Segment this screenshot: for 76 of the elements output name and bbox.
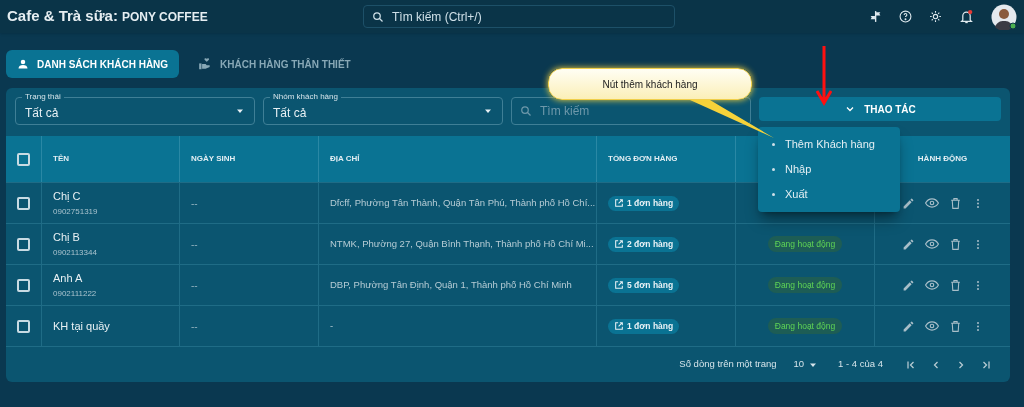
bullet-icon: [772, 193, 775, 196]
checkbox[interactable]: [17, 278, 30, 292]
callout: Nút thêm khách hàng: [548, 68, 752, 100]
column-header: TÊN: [53, 153, 69, 165]
customer-name: KH tại quầy: [53, 318, 110, 334]
birthday: --: [191, 237, 198, 252]
avatar[interactable]: [991, 3, 1017, 30]
external-link-icon: [614, 198, 624, 208]
bell-icon[interactable]: [959, 8, 974, 25]
external-link-icon: [614, 239, 624, 249]
orders-badge[interactable]: 1 đơn hàng: [608, 195, 680, 211]
column-header: TỔNG ĐƠN HÀNG: [608, 153, 678, 165]
checkbox[interactable]: [17, 237, 30, 251]
checkbox[interactable]: [17, 196, 30, 210]
status-badge: Đang hoạt động: [767, 277, 843, 293]
external-link-icon: [614, 280, 624, 290]
eye-icon[interactable]: [924, 278, 939, 292]
field-label: Nhóm khách hàng: [270, 91, 341, 103]
help-icon[interactable]: [899, 10, 912, 23]
eye-icon[interactable]: [924, 237, 939, 251]
tab[interactable]: KHÁCH HÀNG THÂN THIẾT: [187, 50, 362, 78]
customer-name: Anh A: [53, 270, 84, 286]
field-label: Trạng thái: [22, 91, 64, 103]
birthday: --: [191, 196, 198, 211]
orders-badge[interactable]: 2 đơn hàng: [608, 236, 680, 252]
orders-badge[interactable]: 5 đơn hàng: [608, 277, 680, 293]
birthday: --: [191, 278, 198, 293]
actions-button[interactable]: THAO TÁC: [759, 97, 1001, 121]
external-link-icon: [614, 321, 624, 331]
trash-icon[interactable]: [948, 278, 962, 292]
customer-name: Chị B: [53, 229, 81, 245]
page-range: 1 - 4 của 4: [838, 357, 883, 372]
address: NTMK, Phường 27, Quận Bình Thạnh, Thành phố Hồ Chí Mi...: [330, 236, 594, 251]
bullet-icon: [772, 143, 775, 146]
pencil-icon[interactable]: [901, 319, 915, 333]
bullet-icon: [772, 168, 775, 171]
trash-icon[interactable]: [948, 196, 962, 210]
trash-icon[interactable]: [948, 319, 962, 333]
signpost-icon[interactable]: [869, 10, 882, 23]
phone-number: 0902751319: [53, 206, 98, 219]
orders-badge[interactable]: 1 đơn hàng: [608, 318, 680, 334]
tab[interactable]: DANH SÁCH KHÁCH HÀNG: [6, 50, 180, 78]
column-header: ĐỊA CHỈ: [330, 153, 360, 165]
address: Dfcff, Phường Tân Thành, Quận Tân Phú, Thành phố Hồ Chí...: [330, 195, 596, 210]
search-icon: [520, 105, 532, 117]
menu-item[interactable]: Nhập: [758, 157, 900, 182]
phone-number: 0902113344: [53, 247, 97, 260]
rows-per-page-select[interactable]: 10: [793, 357, 819, 372]
birthday: --: [191, 319, 198, 334]
app-title: Cafe & Trà sữa:: [7, 6, 118, 27]
search-field[interactable]: Tìm kiếm (Ctrl+/): [363, 5, 675, 28]
pencil-icon[interactable]: [901, 237, 915, 251]
person-icon: [17, 58, 29, 70]
pencil-icon[interactable]: [901, 196, 915, 210]
phone-number: 0902111222: [53, 288, 97, 301]
sun-icon[interactable]: [929, 10, 942, 23]
column-header: HÀNH ĐỘNG: [917, 153, 968, 165]
rows-per-page-label: Số dòng trên một trang: [679, 357, 777, 372]
menu-item[interactable]: Xuất: [758, 182, 900, 207]
status-badge: Đang hoạt động: [767, 318, 843, 334]
checkbox[interactable]: [17, 152, 30, 166]
trash-icon[interactable]: [948, 237, 962, 251]
eye-icon[interactable]: [924, 319, 939, 333]
column-header: NGÀY SINH: [191, 153, 236, 165]
pencil-icon[interactable]: [901, 278, 915, 292]
eye-icon[interactable]: [924, 196, 939, 210]
arrow: [816, 46, 832, 106]
address: -: [330, 318, 334, 333]
customer-name: Chị C: [53, 188, 82, 204]
checkbox[interactable]: [17, 319, 30, 333]
hand-heart-icon: [198, 57, 213, 71]
menu-item[interactable]: Thêm Khách hàng: [758, 132, 900, 157]
store-name: PONY COFFEE: [121, 9, 208, 27]
address: DBP, Phường Tân Định, Quận 1, Thành phố Hồ Chí Minh: [330, 277, 572, 292]
status-badge: Đang hoạt động: [767, 236, 843, 252]
search-icon: [372, 10, 384, 23]
